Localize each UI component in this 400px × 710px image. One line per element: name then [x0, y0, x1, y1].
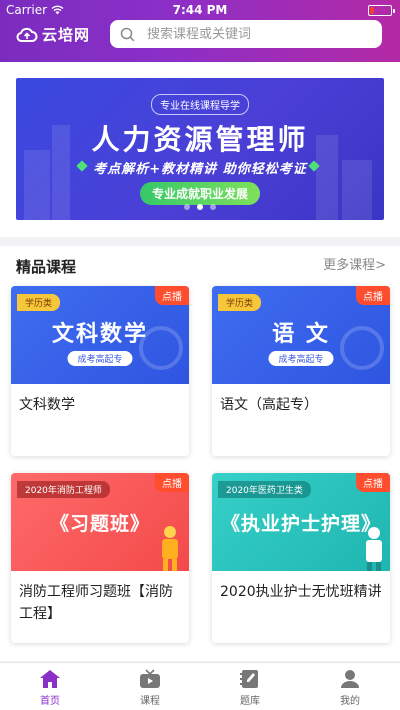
- play-badge: 点播: [356, 473, 390, 492]
- status-time: 7:44 PM: [172, 3, 228, 17]
- tab-label: 首页: [40, 696, 60, 707]
- tab-label: 题库: [240, 696, 260, 707]
- cloud-logo-icon: [16, 27, 38, 42]
- tab-question-bank[interactable]: 题库: [200, 663, 300, 710]
- course-card[interactable]: 2020年医药卫生类 点播 《执业护士护理》 2020执业护士无忧班精讲: [212, 473, 390, 643]
- user-icon: [341, 670, 359, 688]
- more-courses-link[interactable]: 更多课程>: [323, 254, 386, 273]
- course-card[interactable]: 学历类 点播 语 文 成考高起专 语文（高起专）: [212, 286, 390, 456]
- banner-section: 专业在线课程导学 人力资源管理师 考点解析+教材精讲 助你轻松考证 专业成就职业…: [0, 62, 400, 237]
- thumbnail-subtitle: 成考高起专: [268, 351, 334, 366]
- course-card[interactable]: 学历类 点播 文科数学 成考高起专 文科数学: [11, 286, 189, 456]
- search-bar[interactable]: [110, 20, 382, 48]
- tab-profile[interactable]: 我的: [300, 663, 400, 710]
- nurse-illustration-icon: [366, 527, 382, 571]
- banner-subtitle: 考点解析+教材精讲 助你轻松考证: [93, 162, 307, 177]
- thumbnail-subtitle: 成考高起专: [67, 351, 133, 366]
- category-badge: 学历类: [17, 294, 61, 311]
- home-icon: [40, 670, 60, 688]
- tab-home[interactable]: 首页: [0, 663, 100, 710]
- course-name: 文科数学: [19, 397, 75, 413]
- banner-carousel[interactable]: 专业在线课程导学 人力资源管理师 考点解析+教材精讲 助你轻松考证 专业成就职业…: [16, 78, 384, 220]
- banner-title: 人力资源管理师: [91, 123, 309, 156]
- tab-courses[interactable]: 课程: [100, 663, 200, 710]
- course-card[interactable]: 2020年消防工程师 点播 《习题班》 消防工程师习题班【消防工程】: [11, 473, 189, 643]
- carousel-dot[interactable]: [210, 204, 216, 210]
- search-input[interactable]: [147, 26, 367, 42]
- carousel-dot-active[interactable]: [197, 204, 203, 210]
- search-icon: [120, 27, 135, 41]
- category-badge: 学历类: [218, 294, 262, 311]
- thumbnail-title: 文科数学: [51, 322, 148, 347]
- status-bar: Carrier 7:44 PM: [0, 0, 400, 20]
- play-badge: 点播: [155, 286, 189, 305]
- tv-play-icon: [140, 669, 160, 688]
- course-name: 语文（高起专）: [220, 397, 318, 413]
- firefighter-illustration-icon: [162, 526, 178, 571]
- tab-label: 课程: [140, 696, 160, 707]
- app-logo[interactable]: 云培网: [16, 24, 90, 45]
- category-badge: 2020年消防工程师: [17, 481, 110, 498]
- play-badge: 点播: [356, 286, 390, 305]
- course-name: 消防工程师习题班【消防工程】: [19, 584, 173, 622]
- play-badge: 点播: [155, 473, 189, 492]
- bottom-tab-bar: 首页 课程 题库 我的: [0, 662, 400, 710]
- notebook-pen-icon: [240, 670, 258, 688]
- banner-tag: 专业在线课程导学: [151, 94, 249, 115]
- category-badge: 2020年医药卫生类: [218, 481, 311, 498]
- tab-label: 我的: [340, 696, 360, 707]
- course-thumbnail: 2020年医药卫生类 点播 《执业护士护理》: [212, 473, 390, 571]
- featured-courses-section: 精品课程 更多课程> 学历类 点播 文科数学 成考高起专 文科数学 学历类 点播…: [0, 246, 400, 661]
- thumbnail-title: 语 文: [272, 322, 330, 347]
- app-header: Carrier 7:44 PM 云培网: [0, 0, 400, 62]
- logo-text: 云培网: [42, 26, 91, 44]
- carousel-dots: [16, 204, 384, 210]
- banner-cta-button[interactable]: 专业成就职业发展: [139, 182, 261, 205]
- course-thumbnail: 2020年消防工程师 点播 《习题班》: [11, 473, 189, 571]
- course-name: 2020执业护士无忧班精讲: [220, 584, 382, 600]
- battery-icon: [368, 5, 395, 16]
- course-thumbnail: 学历类 点播 语 文 成考高起专: [212, 286, 390, 384]
- section-title: 精品课程: [16, 258, 77, 276]
- carousel-dot[interactable]: [184, 204, 190, 210]
- course-thumbnail: 学历类 点播 文科数学 成考高起专: [11, 286, 189, 384]
